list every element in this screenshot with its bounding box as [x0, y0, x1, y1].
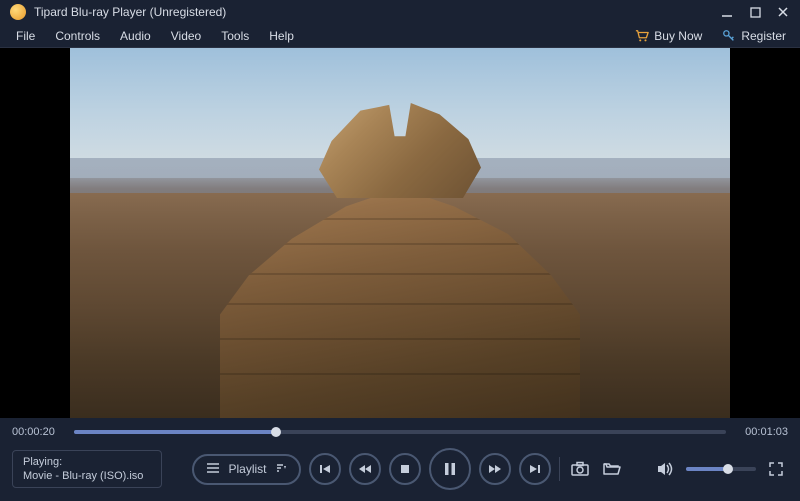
controls-row: Playing: Movie - Blu-ray (ISO).iso Playl… [0, 442, 800, 496]
now-playing-box: Playing: Movie - Blu-ray (ISO).iso [12, 450, 162, 489]
video-frame [70, 48, 730, 418]
progress-row: 00:00:20 00:01:03 [0, 422, 800, 442]
buy-now-link[interactable]: Buy Now [627, 25, 710, 47]
menu-help[interactable]: Help [259, 25, 304, 47]
playlist-label: Playlist [228, 462, 266, 476]
maximize-button[interactable] [748, 5, 762, 19]
volume-button[interactable] [654, 457, 678, 481]
minimize-button[interactable] [720, 5, 734, 19]
menubar: File Controls Audio Video Tools Help Buy… [0, 24, 800, 48]
menu-video[interactable]: Video [161, 25, 211, 47]
rewind-button[interactable] [349, 453, 381, 485]
list-icon [206, 462, 220, 477]
volume-slider[interactable] [686, 467, 756, 471]
snapshot-button[interactable] [568, 457, 592, 481]
cart-icon [635, 29, 649, 43]
skip-forward-button[interactable] [519, 453, 551, 485]
register-label: Register [741, 29, 786, 43]
playlist-button[interactable]: Playlist [192, 454, 300, 485]
titlebar: Tipard Blu-ray Player (Unregistered) [0, 0, 800, 24]
volume-group [654, 457, 788, 481]
stop-button[interactable] [389, 453, 421, 485]
total-time-label: 00:01:03 [736, 426, 788, 438]
menu-tools[interactable]: Tools [211, 25, 259, 47]
now-playing-file: Movie - Blu-ray (ISO).iso [23, 469, 151, 483]
sort-icon [275, 462, 287, 477]
skip-back-button[interactable] [309, 453, 341, 485]
fullscreen-button[interactable] [764, 457, 788, 481]
now-playing-label: Playing: [23, 455, 151, 469]
buy-now-label: Buy Now [654, 29, 702, 43]
open-file-button[interactable] [600, 457, 624, 481]
close-button[interactable] [776, 5, 790, 19]
current-time-label: 00:00:20 [12, 426, 64, 438]
app-icon [10, 4, 26, 20]
fast-forward-button[interactable] [479, 453, 511, 485]
pause-button[interactable] [429, 448, 471, 490]
menu-controls[interactable]: Controls [45, 25, 110, 47]
video-area[interactable] [0, 48, 800, 418]
window-title: Tipard Blu-ray Player (Unregistered) [34, 5, 720, 19]
separator [559, 457, 560, 481]
menu-audio[interactable]: Audio [110, 25, 161, 47]
menu-file[interactable]: File [6, 25, 45, 47]
key-icon [722, 29, 736, 43]
register-link[interactable]: Register [714, 25, 794, 47]
window-controls [720, 5, 790, 19]
center-controls: Playlist [174, 448, 642, 490]
seek-slider[interactable] [74, 430, 726, 434]
